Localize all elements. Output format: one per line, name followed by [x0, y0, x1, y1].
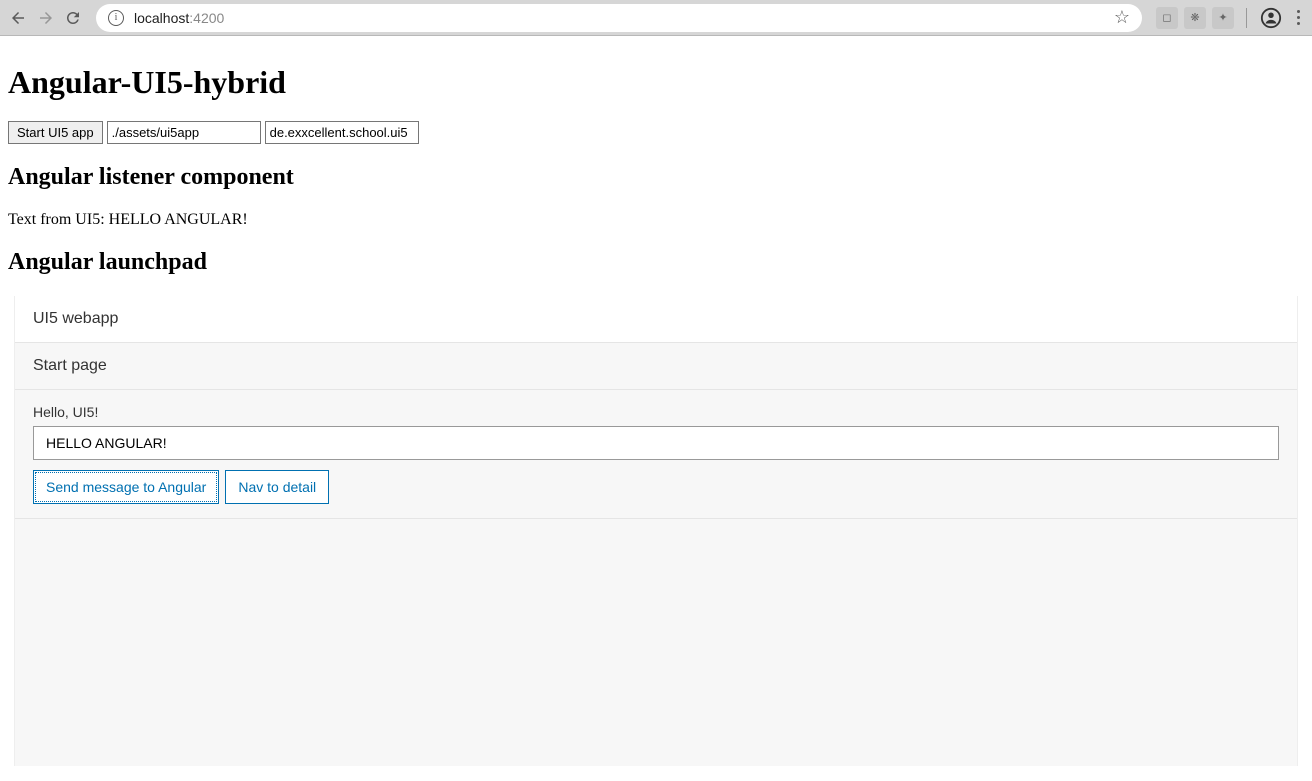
browser-toolbar: i localhost:4200 ☆ ◻ ❋ ✦	[0, 0, 1312, 36]
ui5-message-input[interactable]	[33, 426, 1279, 460]
reload-button[interactable]	[64, 9, 82, 27]
asset-path-input[interactable]	[107, 121, 261, 144]
back-button[interactable]	[8, 8, 28, 28]
divider	[1246, 8, 1247, 28]
page-body: Angular-UI5-hybrid Start UI5 app Angular…	[0, 36, 1312, 774]
extension-icon-3[interactable]: ✦	[1212, 7, 1234, 29]
ui5-app-title: UI5 webapp	[15, 296, 1297, 343]
address-bar[interactable]: i localhost:4200 ☆	[96, 4, 1142, 32]
forward-button[interactable]	[36, 8, 56, 28]
send-message-button[interactable]: Send message to Angular	[33, 470, 219, 504]
listener-value: HELLO ANGULAR!	[109, 211, 248, 228]
chrome-right-controls: ◻ ❋ ✦	[1156, 6, 1304, 30]
menu-icon[interactable]	[1297, 10, 1300, 25]
extension-icon-1[interactable]: ◻	[1156, 7, 1178, 29]
url-port: :4200	[189, 10, 224, 26]
listener-output: Text from UI5: HELLO ANGULAR!	[8, 211, 1304, 229]
start-ui5-button[interactable]: Start UI5 app	[8, 121, 103, 144]
extension-icon-2[interactable]: ❋	[1184, 7, 1206, 29]
url-host: localhost	[134, 10, 189, 26]
bookmark-star-icon[interactable]: ☆	[1114, 7, 1130, 28]
launchpad-heading: Angular launchpad	[8, 249, 1304, 276]
ui5-button-row: Send message to Angular Nav to detail	[33, 470, 1279, 504]
listener-prefix: Text from UI5:	[8, 211, 109, 228]
profile-icon[interactable]	[1259, 6, 1283, 30]
ui5-app-container: UI5 webapp Start page Hello, UI5! Send m…	[14, 296, 1298, 766]
page-title: Angular-UI5-hybrid	[8, 64, 1304, 101]
start-controls: Start UI5 app	[8, 121, 1304, 144]
namespace-input[interactable]	[265, 121, 419, 144]
ui5-page-title: Start page	[15, 343, 1297, 390]
ui5-greeting-label: Hello, UI5!	[33, 404, 1279, 420]
listener-heading: Angular listener component	[8, 164, 1304, 191]
site-info-icon[interactable]: i	[108, 10, 124, 26]
ui5-page-body: Hello, UI5! Send message to Angular Nav …	[15, 390, 1297, 519]
nav-detail-button[interactable]: Nav to detail	[225, 470, 329, 504]
